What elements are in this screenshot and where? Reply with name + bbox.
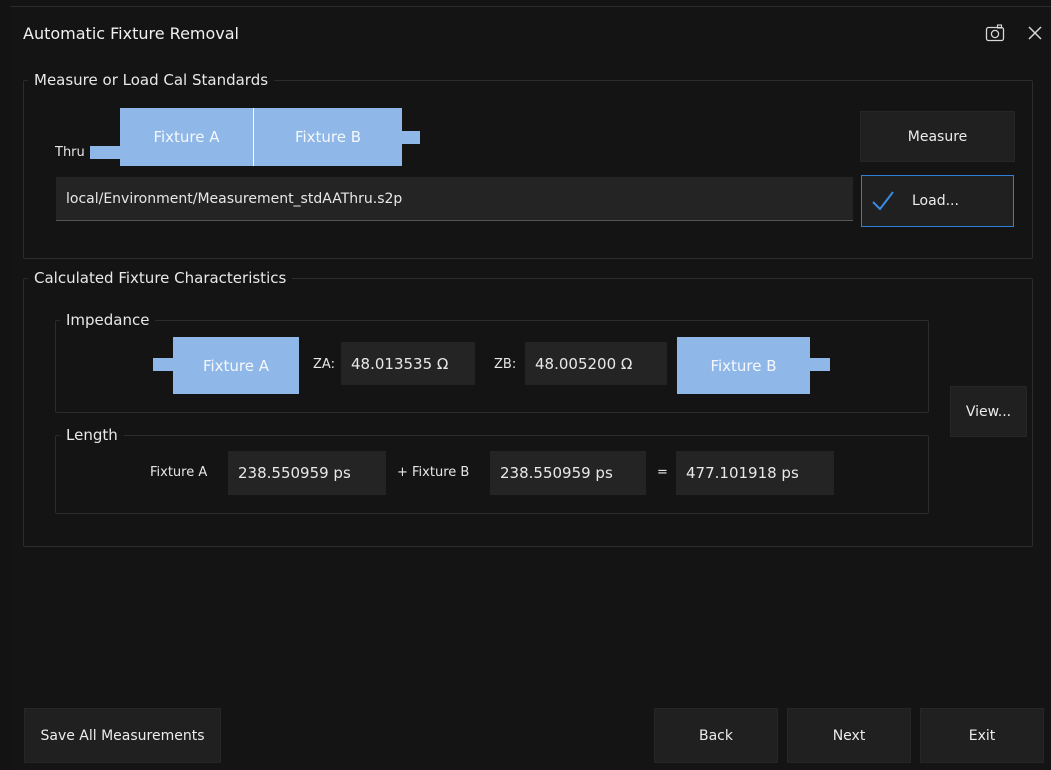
imp-right-stub — [808, 358, 830, 371]
equals-label: = — [657, 465, 668, 480]
imp-fixture-a: Fixture A — [173, 337, 299, 394]
length-legend: Length — [66, 426, 118, 444]
dialog-title: Automatic Fixture Removal — [23, 24, 239, 43]
impedance-legend: Impedance — [66, 311, 150, 329]
file-path-field[interactable]: local/Environment/Measurement_stdAAThru.… — [56, 177, 853, 221]
imp-fixture-b: Fixture B — [677, 337, 810, 394]
thru-fixture-a: Fixture A — [120, 108, 253, 166]
view-button[interactable]: View... — [950, 386, 1027, 437]
imp-left-stub — [153, 358, 175, 371]
load-button-label: Load... — [912, 193, 959, 209]
plus-fixture-b-label: + Fixture B — [397, 465, 470, 480]
camera-icon[interactable] — [982, 21, 1008, 45]
close-icon[interactable] — [1022, 21, 1048, 45]
measure-button[interactable]: Measure — [860, 111, 1015, 162]
length-fixture-a-value: 238.550959 ps — [228, 451, 386, 495]
fixture-removal-dialog: Automatic Fixture Removal Measure or Loa… — [10, 6, 1051, 770]
length-fixture-a-label: Fixture A — [150, 465, 208, 480]
thru-fixture-b: Fixture B — [254, 108, 402, 166]
load-button[interactable]: Load... — [861, 175, 1014, 227]
measure-group-legend: Measure or Load Cal Standards — [34, 71, 269, 89]
thru-right-stub — [400, 131, 420, 144]
length-fixture-b-value: 238.550959 ps — [490, 451, 646, 495]
za-label: ZA: — [313, 357, 335, 372]
zb-value: 48.005200 Ω — [525, 342, 667, 385]
za-value: 48.013535 Ω — [341, 342, 475, 385]
back-button[interactable]: Back — [654, 708, 778, 763]
check-icon — [870, 189, 896, 213]
length-total-value: 477.101918 ps — [676, 451, 834, 495]
calc-group-legend: Calculated Fixture Characteristics — [34, 269, 287, 287]
exit-button[interactable]: Exit — [920, 708, 1044, 763]
thru-label: Thru — [55, 145, 85, 160]
title-bar: Automatic Fixture Removal — [10, 7, 1051, 57]
zb-label: ZB: — [494, 357, 517, 372]
thru-left-stub — [90, 146, 122, 159]
save-all-measurements-button[interactable]: Save All Measurements — [24, 708, 221, 763]
next-button[interactable]: Next — [787, 708, 911, 763]
